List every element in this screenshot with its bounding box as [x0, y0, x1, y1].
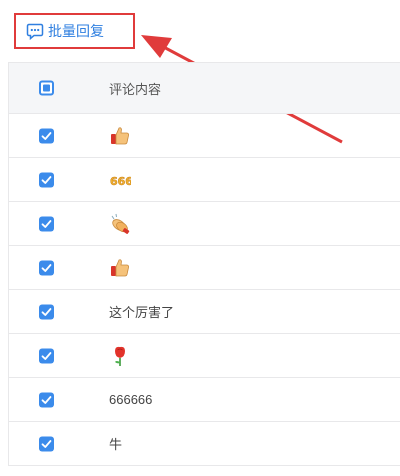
- table-row: [9, 246, 400, 290]
- thumbs-up-emoji-icon: [111, 126, 129, 144]
- comment-content: [93, 257, 131, 279]
- comment-text: 这个厉害了: [109, 305, 175, 320]
- row-checkbox[interactable]: [39, 304, 54, 319]
- select-all-checkbox[interactable]: [39, 80, 54, 96]
- comment-content: 666: [93, 169, 131, 191]
- table-row: 666: [9, 158, 400, 202]
- comment-content: 这个厉害了: [93, 302, 174, 321]
- 666-emoji-icon: 666: [110, 174, 131, 188]
- table-row: 这个厉害了: [9, 290, 400, 334]
- comment-table: 评论内容 666 这个厉害了 666666 牛: [8, 62, 400, 466]
- comment-text: 牛: [109, 437, 123, 452]
- table-row: [9, 334, 400, 378]
- svg-text:666: 666: [110, 175, 131, 188]
- row-checkbox[interactable]: [39, 348, 54, 363]
- batch-reply-label: 批量回复: [48, 23, 104, 39]
- table-header: 评论内容: [9, 62, 400, 114]
- thumbs-up-emoji-icon: [111, 258, 129, 276]
- comment-content: [93, 125, 131, 147]
- toolbar: 批量回复: [0, 0, 400, 62]
- comment-content: 666666: [93, 392, 152, 407]
- table-row: [9, 202, 400, 246]
- clapping-hands-emoji-icon: [111, 213, 130, 234]
- comment-text: 666666: [109, 392, 153, 407]
- table-row: 666666: [9, 378, 400, 422]
- row-checkbox[interactable]: [39, 436, 54, 451]
- row-checkbox[interactable]: [39, 216, 54, 231]
- row-checkbox[interactable]: [39, 172, 54, 187]
- header-comment-content: 评论内容: [109, 81, 162, 97]
- rose-emoji-icon: [115, 346, 125, 366]
- row-checkbox[interactable]: [39, 260, 54, 275]
- comment-icon: [26, 23, 44, 40]
- comment-content: [93, 345, 131, 367]
- comment-content: 牛: [93, 434, 122, 453]
- table-row: [9, 114, 400, 158]
- row-checkbox[interactable]: [39, 128, 54, 143]
- table-row: 牛: [9, 422, 400, 466]
- row-checkbox[interactable]: [39, 392, 54, 407]
- batch-reply-button[interactable]: 批量回复: [14, 13, 135, 49]
- comment-content: [93, 213, 131, 235]
